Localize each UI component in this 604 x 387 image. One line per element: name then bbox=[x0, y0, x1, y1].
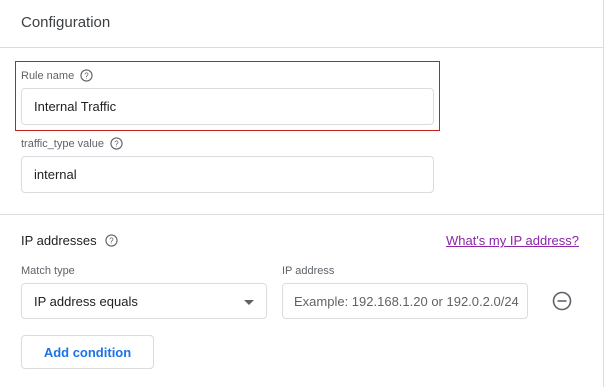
traffic-type-value: internal bbox=[34, 167, 77, 182]
match-type-value: IP address equals bbox=[34, 293, 138, 309]
ip-section-header: IP addresses ? bbox=[21, 233, 118, 248]
match-type-select[interactable]: IP address equals bbox=[21, 283, 267, 319]
rule-name-input[interactable]: Internal Traffic bbox=[21, 88, 434, 125]
page-title: Configuration bbox=[21, 14, 111, 31]
add-condition-button[interactable]: Add condition bbox=[21, 335, 154, 369]
ip-section-title: IP addresses bbox=[21, 233, 97, 248]
traffic-type-label: traffic_type value bbox=[21, 137, 104, 150]
svg-text:?: ? bbox=[109, 236, 114, 245]
dropdown-arrow-icon bbox=[244, 300, 254, 305]
section-divider bbox=[0, 214, 603, 215]
ip-address-placeholder: Example: 192.168.1.20 or 192.0.2.0/24 bbox=[294, 293, 519, 309]
configuration-panel: Configuration Rule name ? Internal Traff… bbox=[0, 0, 604, 387]
svg-text:?: ? bbox=[85, 71, 90, 80]
panel-header: Configuration bbox=[0, 0, 603, 48]
ip-address-label: IP address bbox=[282, 265, 335, 277]
whats-my-ip-link[interactable]: What's my IP address? bbox=[446, 233, 579, 248]
traffic-type-label-row: traffic_type value ? bbox=[21, 137, 123, 150]
remove-condition-icon[interactable] bbox=[551, 290, 573, 312]
rule-name-label-row: Rule name ? bbox=[21, 69, 93, 82]
ip-address-input[interactable]: Example: 192.168.1.20 or 192.0.2.0/24 bbox=[282, 283, 528, 319]
rule-name-label: Rule name bbox=[21, 69, 75, 82]
help-icon[interactable]: ? bbox=[110, 137, 123, 150]
match-type-label: Match type bbox=[21, 265, 75, 277]
help-icon[interactable]: ? bbox=[80, 69, 93, 82]
svg-text:?: ? bbox=[114, 139, 119, 148]
traffic-type-input[interactable]: internal bbox=[21, 156, 434, 193]
help-icon[interactable]: ? bbox=[105, 234, 118, 247]
rule-name-value: Internal Traffic bbox=[34, 99, 117, 114]
